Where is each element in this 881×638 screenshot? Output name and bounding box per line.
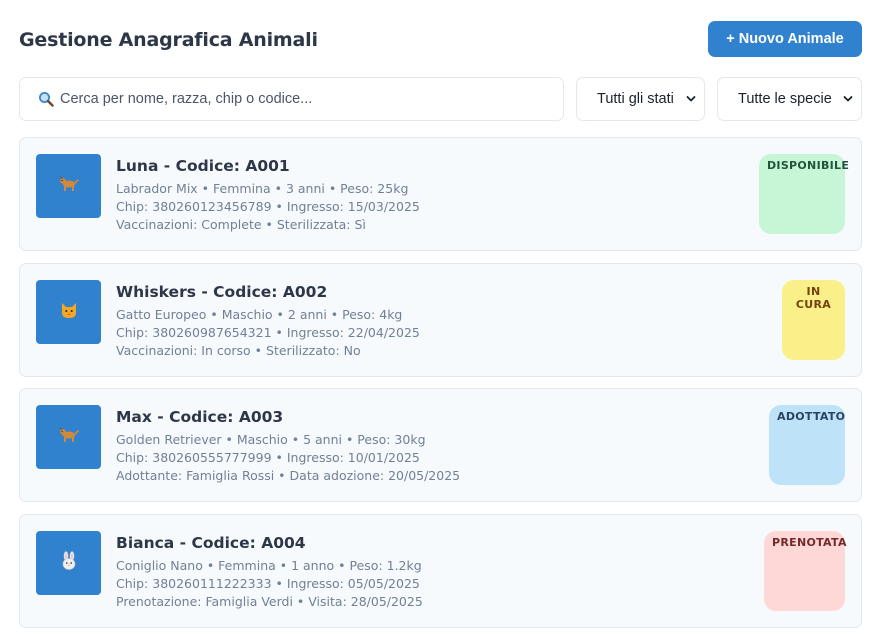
animal-title: Luna - Codice: A001 (116, 157, 290, 175)
animal-details: Coniglio Nano • Femmina • 1 anno • Peso:… (116, 558, 422, 573)
page-title: Gestione Anagrafica Animali (19, 29, 318, 51)
animal-details: Gatto Europeo • Maschio • 2 anni • Peso:… (116, 307, 403, 322)
species-select[interactable]: Tutte le specie (717, 77, 862, 121)
status-badge: IN CURA (782, 280, 845, 360)
animal-title: Whiskers - Codice: A002 (116, 283, 328, 301)
status-badge: ADOTTATO (769, 405, 845, 485)
animal-chip-info: Chip: 380260555777999 • Ingresso: 10/01/… (116, 450, 420, 465)
status-badge: DISPONIBILE (759, 154, 849, 234)
animal-chip-info: Chip: 380260987654321 • Ingresso: 22/04/… (116, 325, 420, 340)
animal-card[interactable]: Luna - Codice: A001 Labrador Mix • Femmi… (19, 137, 862, 251)
page-header: Gestione Anagrafica Animali + Nuovo Anim… (19, 20, 862, 58)
animal-chip-info: Chip: 380260111222333 • Ingresso: 05/05/… (116, 576, 420, 591)
species-select-value: Tutte le specie (738, 91, 832, 107)
animal-details: Labrador Mix • Femmina • 3 anni • Peso: … (116, 181, 409, 196)
dog-icon (59, 426, 79, 448)
animal-chip-info: Chip: 380260123456789 • Ingresso: 15/03/… (116, 199, 420, 214)
animal-avatar (36, 405, 101, 469)
filter-bar: Tutti gli stati Tutte le specie (19, 77, 862, 121)
search-box[interactable] (19, 77, 564, 121)
new-animal-button[interactable]: + Nuovo Animale (708, 21, 862, 57)
status-select[interactable]: Tutti gli stati (576, 77, 705, 121)
animal-adoption-info: Adottante: Famiglia Rossi • Data adozion… (116, 468, 461, 483)
status-badge: PRENOTATA (764, 531, 846, 611)
animal-card[interactable]: Whiskers - Codice: A002 Gatto Europeo • … (19, 263, 862, 377)
animal-title: Max - Codice: A003 (116, 408, 284, 426)
animal-booking-info: Prenotazione: Famiglia Verdi • Visita: 2… (116, 594, 423, 609)
animal-health-info: Vaccinazioni: In corso • Sterilizzato: N… (116, 343, 361, 358)
animal-card[interactable]: Bianca - Codice: A004 Coniglio Nano • Fe… (19, 514, 862, 628)
animal-card[interactable]: Max - Codice: A003 Golden Retriever • Ma… (19, 388, 862, 502)
animal-avatar (36, 154, 101, 218)
animal-avatar (36, 280, 101, 344)
dog-icon (59, 175, 79, 197)
animal-details: Golden Retriever • Maschio • 5 anni • Pe… (116, 432, 426, 447)
animal-title: Bianca - Codice: A004 (116, 534, 306, 552)
chevron-down-icon (686, 93, 696, 105)
animal-health-info: Vaccinazioni: Complete • Sterilizzata: S… (116, 217, 366, 232)
status-select-value: Tutti gli stati (597, 91, 674, 107)
search-icon (38, 91, 54, 107)
cat-icon (59, 301, 79, 323)
chevron-down-icon (843, 93, 853, 105)
animal-avatar (36, 531, 101, 595)
rabbit-icon (59, 551, 79, 575)
search-input[interactable] (60, 91, 540, 107)
